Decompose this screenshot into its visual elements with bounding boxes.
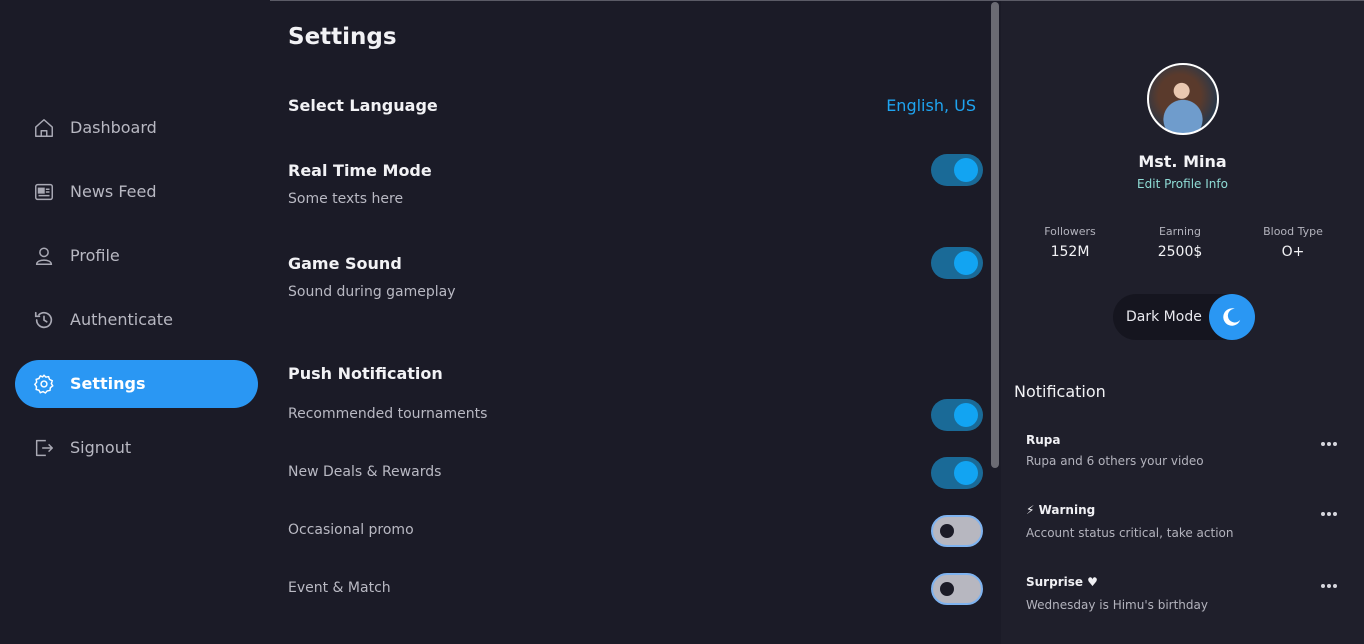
notification-item[interactable]: Rupa Rupa and 6 others your video — [1026, 433, 1336, 468]
notification-item[interactable]: Surprise ♥ Wednesday is Himu's birthday — [1026, 575, 1336, 612]
notification-desc: Wednesday is Himu's birthday — [1026, 598, 1208, 612]
real-time-mode-toggle[interactable] — [931, 154, 983, 186]
sidebar-item-label: Signout — [70, 438, 132, 457]
deals-rewards-toggle[interactable] — [931, 457, 983, 489]
notification-item[interactable]: ⚡ Warning Account status critical, take … — [1026, 503, 1336, 540]
dark-mode-button[interactable] — [1209, 294, 1255, 340]
deals-rewards-label: New Deals & Rewards — [288, 464, 442, 480]
real-time-mode-description: Some texts here — [288, 191, 404, 207]
game-sound-toggle[interactable] — [931, 247, 983, 279]
sidebar-item-label: Dashboard — [70, 118, 157, 137]
sidebar-item-signout[interactable]: Signout — [15, 424, 258, 472]
stat-value: 2500$ — [1157, 244, 1203, 260]
select-language-label: Select Language — [288, 96, 438, 115]
notification-desc: Rupa and 6 others your video — [1026, 454, 1204, 468]
notification-title: Rupa — [1026, 433, 1061, 447]
sidebar-item-settings[interactable]: Settings — [15, 360, 258, 408]
history-icon — [33, 309, 55, 331]
avatar — [1147, 63, 1219, 135]
event-match-toggle[interactable] — [931, 573, 983, 605]
recommended-tournaments-label: Recommended tournaments — [288, 406, 488, 422]
settings-scrollbar[interactable] — [991, 2, 999, 468]
stat-followers: Followers 152M — [1015, 225, 1125, 260]
game-sound-label: Game Sound — [288, 254, 402, 273]
sidebar-item-profile[interactable]: Profile — [15, 232, 258, 280]
occasional-promo-label: Occasional promo — [288, 522, 414, 538]
occasional-promo-toggle[interactable] — [931, 515, 983, 547]
more-options-icon[interactable] — [1321, 512, 1339, 518]
notification-desc: Account status critical, take action — [1026, 526, 1234, 540]
sidebar: Dashboard News Feed Profile Authenticate… — [0, 0, 270, 644]
notification-title: Surprise ♥ — [1026, 575, 1098, 589]
page-title: Settings — [288, 24, 397, 50]
edit-profile-link[interactable]: Edit Profile Info — [1001, 177, 1364, 191]
stat-value: O+ — [1281, 244, 1305, 260]
moon-icon — [1223, 308, 1241, 326]
real-time-mode-label: Real Time Mode — [288, 161, 432, 180]
settings-panel: Settings Select Language English, US Rea… — [270, 0, 1000, 644]
toggle-knob — [954, 251, 978, 275]
toggle-knob — [954, 403, 978, 427]
sidebar-item-authenticate[interactable]: Authenticate — [15, 296, 258, 344]
profile-panel: Mst. Mina Edit Profile Info Followers 15… — [1001, 1, 1364, 644]
push-notification-heading: Push Notification — [288, 364, 443, 383]
user-icon — [33, 245, 55, 267]
stat-label: Blood Type — [1263, 225, 1323, 238]
notification-heading: Notification — [1014, 382, 1106, 401]
stat-value: 152M — [1050, 244, 1090, 260]
home-icon — [33, 117, 55, 139]
stat-label: Earning — [1158, 225, 1201, 238]
toggle-knob — [940, 582, 954, 596]
sidebar-item-dashboard[interactable]: Dashboard — [15, 104, 258, 152]
sidebar-item-label: News Feed — [70, 182, 157, 201]
dark-mode-label: Dark Mode — [1126, 309, 1202, 325]
more-options-icon[interactable] — [1321, 442, 1339, 448]
game-sound-description: Sound during gameplay — [288, 284, 456, 300]
profile-name: Mst. Mina — [1138, 152, 1227, 171]
signout-icon — [33, 437, 55, 459]
sidebar-item-news-feed[interactable]: News Feed — [15, 168, 258, 216]
dark-mode-toggle[interactable]: Dark Mode — [1113, 294, 1255, 340]
toggle-knob — [954, 158, 978, 182]
sidebar-item-label: Authenticate — [70, 310, 173, 329]
gear-icon — [33, 373, 55, 395]
newspaper-icon — [33, 181, 55, 203]
event-match-label: Event & Match — [288, 580, 391, 596]
toggle-knob — [954, 461, 978, 485]
toggle-knob — [940, 524, 954, 538]
sidebar-item-label: Profile — [70, 246, 120, 265]
stat-earning: Earning 2500$ — [1125, 225, 1235, 260]
stat-blood-type: Blood Type O+ — [1238, 225, 1348, 260]
stat-label: Followers — [1044, 225, 1096, 238]
notification-title: ⚡ Warning — [1026, 503, 1096, 517]
more-options-icon[interactable] — [1321, 584, 1339, 590]
recommended-tournaments-toggle[interactable] — [931, 399, 983, 431]
language-selector[interactable]: English, US — [886, 96, 976, 115]
sidebar-item-label: Settings — [70, 374, 146, 393]
